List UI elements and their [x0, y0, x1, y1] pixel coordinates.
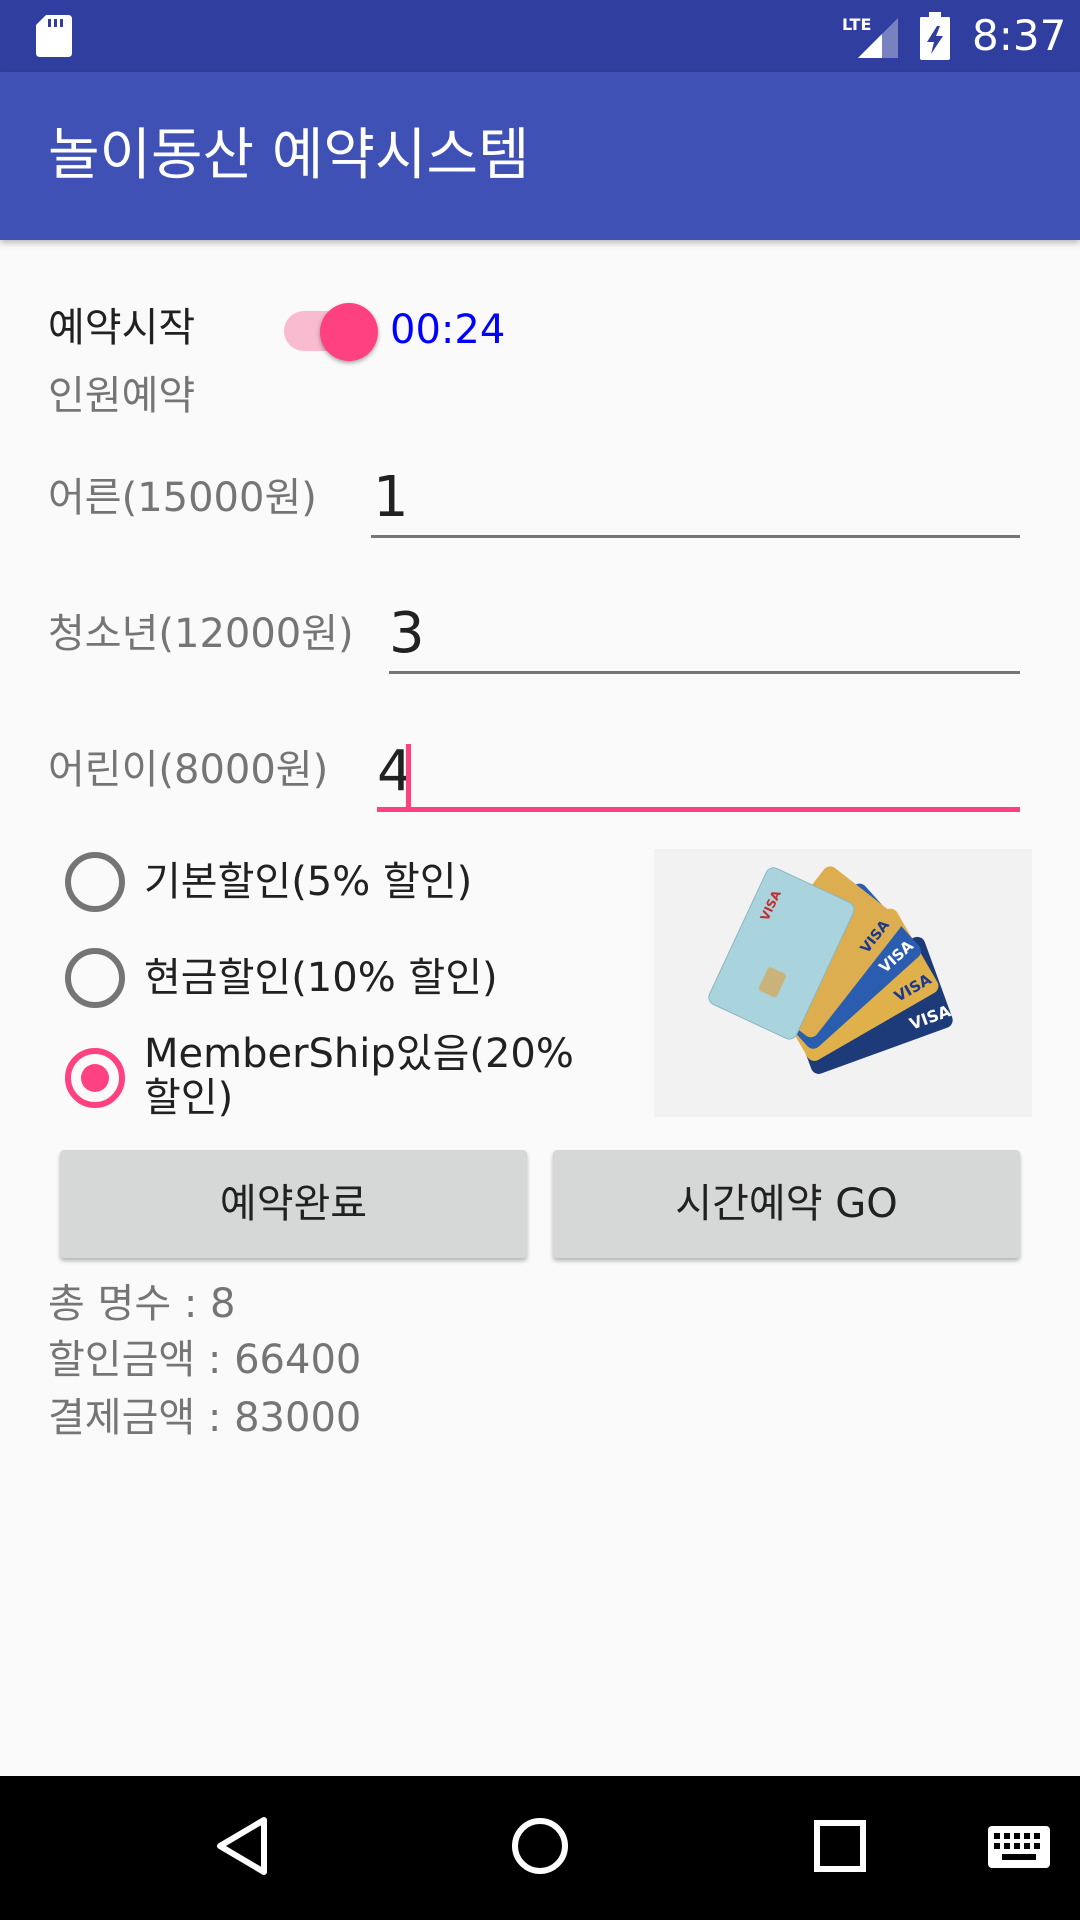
reservation-start-label: 예약시작 [48, 305, 196, 351]
status-clock: 8:37 [972, 11, 1067, 60]
battery-charging-icon [920, 12, 950, 60]
cash-discount-label[interactable]: 현금할인(10% 할인) [144, 956, 634, 1000]
headcount-section-label: 인원예약 [48, 373, 196, 419]
basic-discount-label[interactable]: 기본할인(5% 할인) [144, 860, 634, 904]
app-title: 놀이동산 예약시스템 [48, 123, 530, 188]
keyboard-icon[interactable] [988, 1826, 1050, 1868]
adult-label: 어른(15000원) [48, 475, 317, 521]
navigation-bar [0, 1776, 1080, 1920]
basic-discount-radio[interactable] [65, 852, 125, 912]
recents-icon[interactable] [814, 1820, 866, 1872]
child-input-underline [377, 807, 1020, 812]
text-cursor [406, 744, 411, 808]
sd-card-icon [36, 15, 72, 57]
app-bar: 놀이동산 예약시스템 [0, 72, 1080, 240]
youth-label: 청소년(12000원) [48, 611, 354, 657]
payment-amount-text: 결제금액 : 83000 [48, 1395, 362, 1441]
back-icon[interactable] [214, 1814, 270, 1878]
youth-count-value: 3 [389, 601, 425, 666]
membership-discount-label[interactable]: MemberShip있음(20% 할인) [144, 1032, 614, 1120]
membership-discount-radio[interactable] [65, 1048, 125, 1108]
time-reservation-go-button[interactable]: 시간예약 GO [553, 1150, 1020, 1258]
credit-cards-illustration: VISA VISA VISA VISA VISA [654, 849, 1032, 1117]
child-label: 어린이(8000원) [48, 747, 329, 793]
svg-text:LTE: LTE [842, 15, 871, 34]
cash-discount-radio[interactable] [65, 948, 125, 1008]
adult-count-value: 1 [373, 465, 409, 530]
child-count-input[interactable]: 4 [377, 732, 1020, 812]
lte-signal-icon: LTE [842, 15, 898, 58]
youth-count-input[interactable]: 3 [389, 594, 1020, 674]
adult-input-underline [371, 535, 1020, 538]
reservation-complete-button[interactable]: 예약완료 [60, 1150, 527, 1258]
home-icon[interactable] [510, 1816, 570, 1876]
switch-thumb [320, 303, 378, 361]
reservation-form: 예약시작 00:24 인원예약 어른(15000원) 1 청소년(12000원)… [0, 240, 1080, 1776]
reservation-start-switch[interactable] [284, 296, 380, 366]
discount-amount-text: 할인금액 : 66400 [48, 1337, 362, 1383]
status-bar: LTE 8:37 [0, 0, 1080, 72]
radio-checked-dot [81, 1064, 109, 1092]
credit-cards-image: VISA VISA VISA VISA VISA [654, 849, 1032, 1117]
reservation-timer: 00:24 [390, 307, 506, 353]
adult-count-input[interactable]: 1 [371, 458, 1020, 538]
youth-input-underline [389, 671, 1020, 674]
total-count-text: 총 명수 : 8 [48, 1281, 236, 1327]
